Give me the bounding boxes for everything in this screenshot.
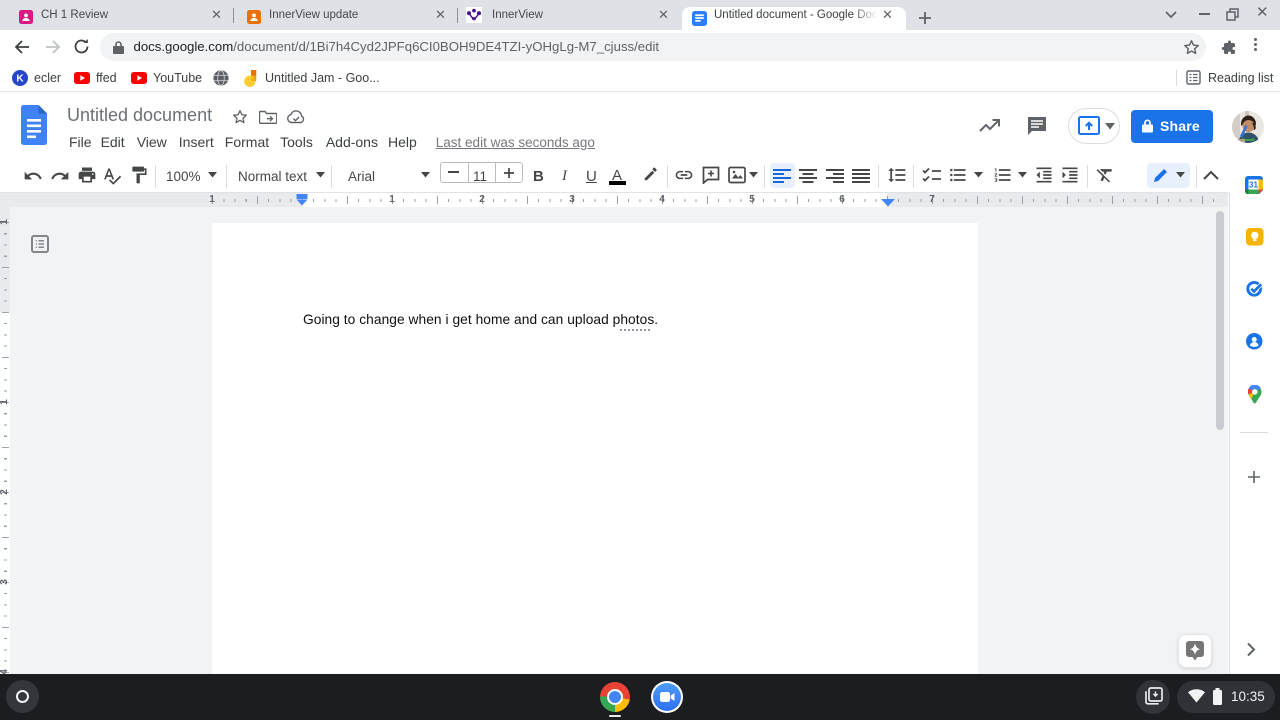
svg-text:K: K <box>16 74 24 85</box>
svg-text:31: 31 <box>1249 180 1258 189</box>
